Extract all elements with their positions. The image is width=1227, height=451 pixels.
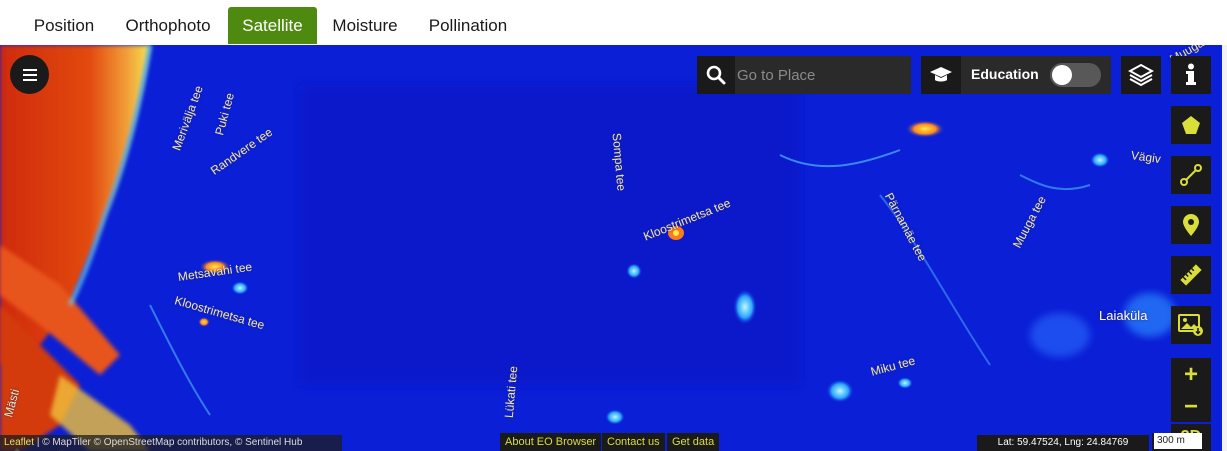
draw-line-button[interactable] <box>1171 156 1211 194</box>
scroll-edge <box>1222 45 1227 451</box>
line-icon <box>1180 164 1202 186</box>
minus-icon: − <box>1183 393 1198 420</box>
tab-pollination[interactable]: Pollination <box>414 7 522 44</box>
toggle-knob <box>1052 65 1072 85</box>
satellite-map[interactable]: Merivälja tee Puki tee Randvere tee Mets… <box>0 45 1222 451</box>
search-icon[interactable] <box>697 56 735 94</box>
search-box <box>697 56 911 94</box>
zoom-in-button[interactable]: + <box>1171 358 1211 392</box>
leaflet-link[interactable]: Leaflet <box>4 437 34 448</box>
layers-button[interactable] <box>1121 56 1161 94</box>
attribution-text: © MapTiler © OpenStreetMap contributors,… <box>42 437 303 448</box>
marker-icon <box>1183 214 1199 236</box>
education-panel: Education <box>921 56 1111 94</box>
polygon-icon <box>1182 116 1200 134</box>
attribution-bar: Leaflet | © MapTiler © OpenStreetMap con… <box>0 435 342 451</box>
add-marker-button[interactable] <box>1171 206 1211 244</box>
info-icon <box>1186 63 1196 85</box>
image-download-icon <box>1178 314 1203 336</box>
tab-bar: Position Orthophoto Satellite Moisture P… <box>0 0 1227 45</box>
education-toggle[interactable] <box>1050 63 1101 87</box>
tab-orthophoto[interactable]: Orthophoto <box>112 7 224 44</box>
download-image-button[interactable] <box>1171 306 1211 344</box>
hamburger-icon <box>22 68 37 81</box>
get-data-link[interactable]: Get data <box>667 433 720 451</box>
ruler-icon <box>1180 264 1202 286</box>
plus-icon: + <box>1183 361 1198 388</box>
search-input[interactable] <box>737 61 905 89</box>
tab-satellite[interactable]: Satellite <box>228 7 317 44</box>
graduation-cap-icon <box>921 56 961 94</box>
education-label: Education <box>971 66 1039 82</box>
scale-bar: 300 m <box>1152 433 1204 451</box>
layers-icon <box>1128 63 1154 87</box>
zoom-out-button[interactable]: − <box>1171 392 1211 422</box>
info-button[interactable] <box>1171 56 1211 94</box>
tab-moisture[interactable]: Moisture <box>321 7 409 44</box>
contact-us-link[interactable]: Contact us <box>602 433 665 451</box>
measure-button[interactable] <box>1171 256 1211 294</box>
attribution-separator: | <box>36 437 40 448</box>
tab-position[interactable]: Position <box>20 7 108 44</box>
place-label-laiakula: Laiaküla <box>1099 308 1148 323</box>
draw-polygon-button[interactable] <box>1171 106 1211 144</box>
menu-button[interactable] <box>10 55 49 94</box>
coordinates-readout: Lat: 59.47524, Lng: 24.84769 <box>977 435 1149 451</box>
about-eo-browser-link[interactable]: About EO Browser <box>500 433 602 451</box>
